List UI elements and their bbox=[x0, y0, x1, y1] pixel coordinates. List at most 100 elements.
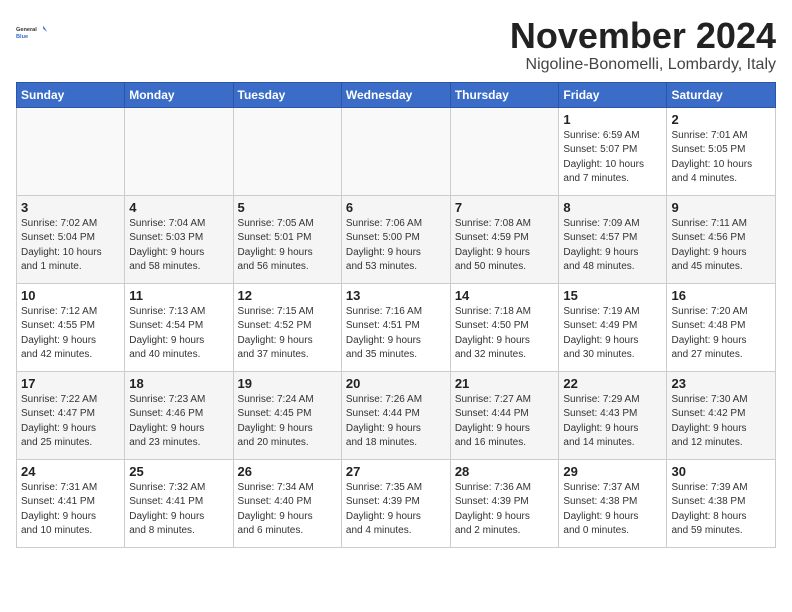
calendar-cell: 14 Sunrise: 7:18 AM Sunset: 4:50 PM Dayli… bbox=[450, 283, 559, 371]
calendar-cell: 28 Sunrise: 7:36 AM Sunset: 4:39 PM Dayli… bbox=[450, 459, 559, 547]
day-number: 13 bbox=[346, 288, 446, 303]
calendar-week-1: 3 Sunrise: 7:02 AM Sunset: 5:04 PM Daylig… bbox=[17, 195, 776, 283]
calendar-cell: 7 Sunrise: 7:08 AM Sunset: 4:59 PM Daylig… bbox=[450, 195, 559, 283]
day-number: 4 bbox=[129, 200, 228, 215]
calendar-cell: 23Sunrise: 7:30 AM Sunset: 4:42 PM Dayli… bbox=[667, 371, 776, 459]
day-info: Sunrise: 7:01 AM Sunset: 5:05 PM Dayligh… bbox=[671, 129, 771, 187]
day-info: Sunrise: 7:26 AM Sunset: 4:44 PM Dayligh… bbox=[346, 393, 446, 451]
calendar-cell: 18Sunrise: 7:23 AM Sunset: 4:46 PM Dayli… bbox=[125, 371, 233, 459]
day-number: 17 bbox=[21, 376, 120, 391]
month-title: November 2024 bbox=[510, 16, 776, 56]
calendar-cell: 20 Sunrise: 7:26 AM Sunset: 4:44 PM Dayli… bbox=[341, 371, 450, 459]
day-number: 29 bbox=[563, 464, 662, 479]
logo-icon: GeneralBlue bbox=[16, 16, 48, 48]
calendar-cell: 16 Sunrise: 7:20 AM Sunset: 4:48 PM Dayli… bbox=[667, 283, 776, 371]
day-number: 1 bbox=[563, 112, 662, 127]
calendar-cell bbox=[125, 107, 233, 195]
calendar-cell: 25Sunrise: 7:32 AM Sunset: 4:41 PM Dayli… bbox=[125, 459, 233, 547]
day-number: 15 bbox=[563, 288, 662, 303]
day-number: 23 bbox=[671, 376, 771, 391]
col-sunday: Sunday bbox=[17, 82, 125, 107]
calendar-table: Sunday Monday Tuesday Wednesday Thursday… bbox=[16, 82, 776, 548]
day-number: 19 bbox=[238, 376, 337, 391]
calendar-body: 1Sunrise: 6:59 AM Sunset: 5:07 PM Daylig… bbox=[17, 107, 776, 547]
day-info: Sunrise: 7:36 AM Sunset: 4:39 PM Dayligh… bbox=[455, 481, 555, 539]
calendar-cell: 19Sunrise: 7:24 AM Sunset: 4:45 PM Dayli… bbox=[233, 371, 341, 459]
logo: GeneralBlue General Blue bbox=[16, 16, 48, 48]
day-number: 27 bbox=[346, 464, 446, 479]
calendar-cell: 15Sunrise: 7:19 AM Sunset: 4:49 PM Dayli… bbox=[559, 283, 667, 371]
day-info: Sunrise: 7:08 AM Sunset: 4:59 PM Dayligh… bbox=[455, 217, 555, 275]
header: GeneralBlue General Blue November 2024 N… bbox=[16, 16, 776, 74]
day-number: 7 bbox=[455, 200, 555, 215]
day-info: Sunrise: 7:12 AM Sunset: 4:55 PM Dayligh… bbox=[21, 305, 120, 363]
day-number: 9 bbox=[671, 200, 771, 215]
day-number: 14 bbox=[455, 288, 555, 303]
day-info: Sunrise: 7:06 AM Sunset: 5:00 PM Dayligh… bbox=[346, 217, 446, 275]
calendar-week-2: 10 Sunrise: 7:12 AM Sunset: 4:55 PM Dayli… bbox=[17, 283, 776, 371]
calendar-cell bbox=[450, 107, 559, 195]
calendar-header: Sunday Monday Tuesday Wednesday Thursday… bbox=[17, 82, 776, 107]
day-info: Sunrise: 7:09 AM Sunset: 4:57 PM Dayligh… bbox=[563, 217, 662, 275]
day-number: 5 bbox=[238, 200, 337, 215]
day-info: Sunrise: 7:02 AM Sunset: 5:04 PM Dayligh… bbox=[21, 217, 120, 275]
calendar-week-0: 1Sunrise: 6:59 AM Sunset: 5:07 PM Daylig… bbox=[17, 107, 776, 195]
day-number: 28 bbox=[455, 464, 555, 479]
day-info: Sunrise: 7:31 AM Sunset: 4:41 PM Dayligh… bbox=[21, 481, 120, 539]
title-area: November 2024 Nigoline-Bonomelli, Lombar… bbox=[510, 16, 776, 74]
day-number: 10 bbox=[21, 288, 120, 303]
col-saturday: Saturday bbox=[667, 82, 776, 107]
day-info: Sunrise: 7:29 AM Sunset: 4:43 PM Dayligh… bbox=[563, 393, 662, 451]
day-info: Sunrise: 7:18 AM Sunset: 4:50 PM Dayligh… bbox=[455, 305, 555, 363]
day-info: Sunrise: 7:39 AM Sunset: 4:38 PM Dayligh… bbox=[671, 481, 771, 539]
calendar-cell: 1Sunrise: 6:59 AM Sunset: 5:07 PM Daylig… bbox=[559, 107, 667, 195]
day-info: Sunrise: 7:35 AM Sunset: 4:39 PM Dayligh… bbox=[346, 481, 446, 539]
calendar-cell bbox=[341, 107, 450, 195]
day-info: Sunrise: 7:37 AM Sunset: 4:38 PM Dayligh… bbox=[563, 481, 662, 539]
col-thursday: Thursday bbox=[450, 82, 559, 107]
day-number: 8 bbox=[563, 200, 662, 215]
day-info: Sunrise: 7:15 AM Sunset: 4:52 PM Dayligh… bbox=[238, 305, 337, 363]
day-info: Sunrise: 7:22 AM Sunset: 4:47 PM Dayligh… bbox=[21, 393, 120, 451]
day-number: 3 bbox=[21, 200, 120, 215]
calendar-cell bbox=[17, 107, 125, 195]
calendar-week-4: 24 Sunrise: 7:31 AM Sunset: 4:41 PM Dayli… bbox=[17, 459, 776, 547]
col-tuesday: Tuesday bbox=[233, 82, 341, 107]
day-number: 25 bbox=[129, 464, 228, 479]
calendar-cell: 4Sunrise: 7:04 AM Sunset: 5:03 PM Daylig… bbox=[125, 195, 233, 283]
day-number: 22 bbox=[563, 376, 662, 391]
calendar-cell: 5 Sunrise: 7:05 AM Sunset: 5:01 PM Daylig… bbox=[233, 195, 341, 283]
day-number: 24 bbox=[21, 464, 120, 479]
calendar-cell: 29 Sunrise: 7:37 AM Sunset: 4:38 PM Dayli… bbox=[559, 459, 667, 547]
calendar-cell: 30Sunrise: 7:39 AM Sunset: 4:38 PM Dayli… bbox=[667, 459, 776, 547]
day-number: 26 bbox=[238, 464, 337, 479]
calendar-cell: 12 Sunrise: 7:15 AM Sunset: 4:52 PM Dayli… bbox=[233, 283, 341, 371]
header-row: Sunday Monday Tuesday Wednesday Thursday… bbox=[17, 82, 776, 107]
calendar-cell: 11Sunrise: 7:13 AM Sunset: 4:54 PM Dayli… bbox=[125, 283, 233, 371]
day-info: Sunrise: 7:34 AM Sunset: 4:40 PM Dayligh… bbox=[238, 481, 337, 539]
svg-text:General: General bbox=[16, 27, 37, 33]
calendar-cell: 2 Sunrise: 7:01 AM Sunset: 5:05 PM Daylig… bbox=[667, 107, 776, 195]
day-info: Sunrise: 7:16 AM Sunset: 4:51 PM Dayligh… bbox=[346, 305, 446, 363]
day-info: Sunrise: 7:05 AM Sunset: 5:01 PM Dayligh… bbox=[238, 217, 337, 275]
calendar-cell: 21 Sunrise: 7:27 AM Sunset: 4:44 PM Dayli… bbox=[450, 371, 559, 459]
calendar-cell: 17 Sunrise: 7:22 AM Sunset: 4:47 PM Dayli… bbox=[17, 371, 125, 459]
calendar-cell: 3 Sunrise: 7:02 AM Sunset: 5:04 PM Daylig… bbox=[17, 195, 125, 283]
svg-text:Blue: Blue bbox=[16, 34, 28, 40]
location-title: Nigoline-Bonomelli, Lombardy, Italy bbox=[510, 56, 776, 74]
day-number: 20 bbox=[346, 376, 446, 391]
calendar-cell: 27 Sunrise: 7:35 AM Sunset: 4:39 PM Dayli… bbox=[341, 459, 450, 547]
calendar-cell: 10 Sunrise: 7:12 AM Sunset: 4:55 PM Dayli… bbox=[17, 283, 125, 371]
day-number: 2 bbox=[671, 112, 771, 127]
calendar-cell: 24 Sunrise: 7:31 AM Sunset: 4:41 PM Dayli… bbox=[17, 459, 125, 547]
col-friday: Friday bbox=[559, 82, 667, 107]
day-number: 16 bbox=[671, 288, 771, 303]
col-wednesday: Wednesday bbox=[341, 82, 450, 107]
day-info: Sunrise: 7:11 AM Sunset: 4:56 PM Dayligh… bbox=[671, 217, 771, 275]
day-info: Sunrise: 7:20 AM Sunset: 4:48 PM Dayligh… bbox=[671, 305, 771, 363]
calendar-week-3: 17 Sunrise: 7:22 AM Sunset: 4:47 PM Dayli… bbox=[17, 371, 776, 459]
day-number: 12 bbox=[238, 288, 337, 303]
day-number: 21 bbox=[455, 376, 555, 391]
calendar-cell: 9 Sunrise: 7:11 AM Sunset: 4:56 PM Daylig… bbox=[667, 195, 776, 283]
day-info: Sunrise: 7:27 AM Sunset: 4:44 PM Dayligh… bbox=[455, 393, 555, 451]
